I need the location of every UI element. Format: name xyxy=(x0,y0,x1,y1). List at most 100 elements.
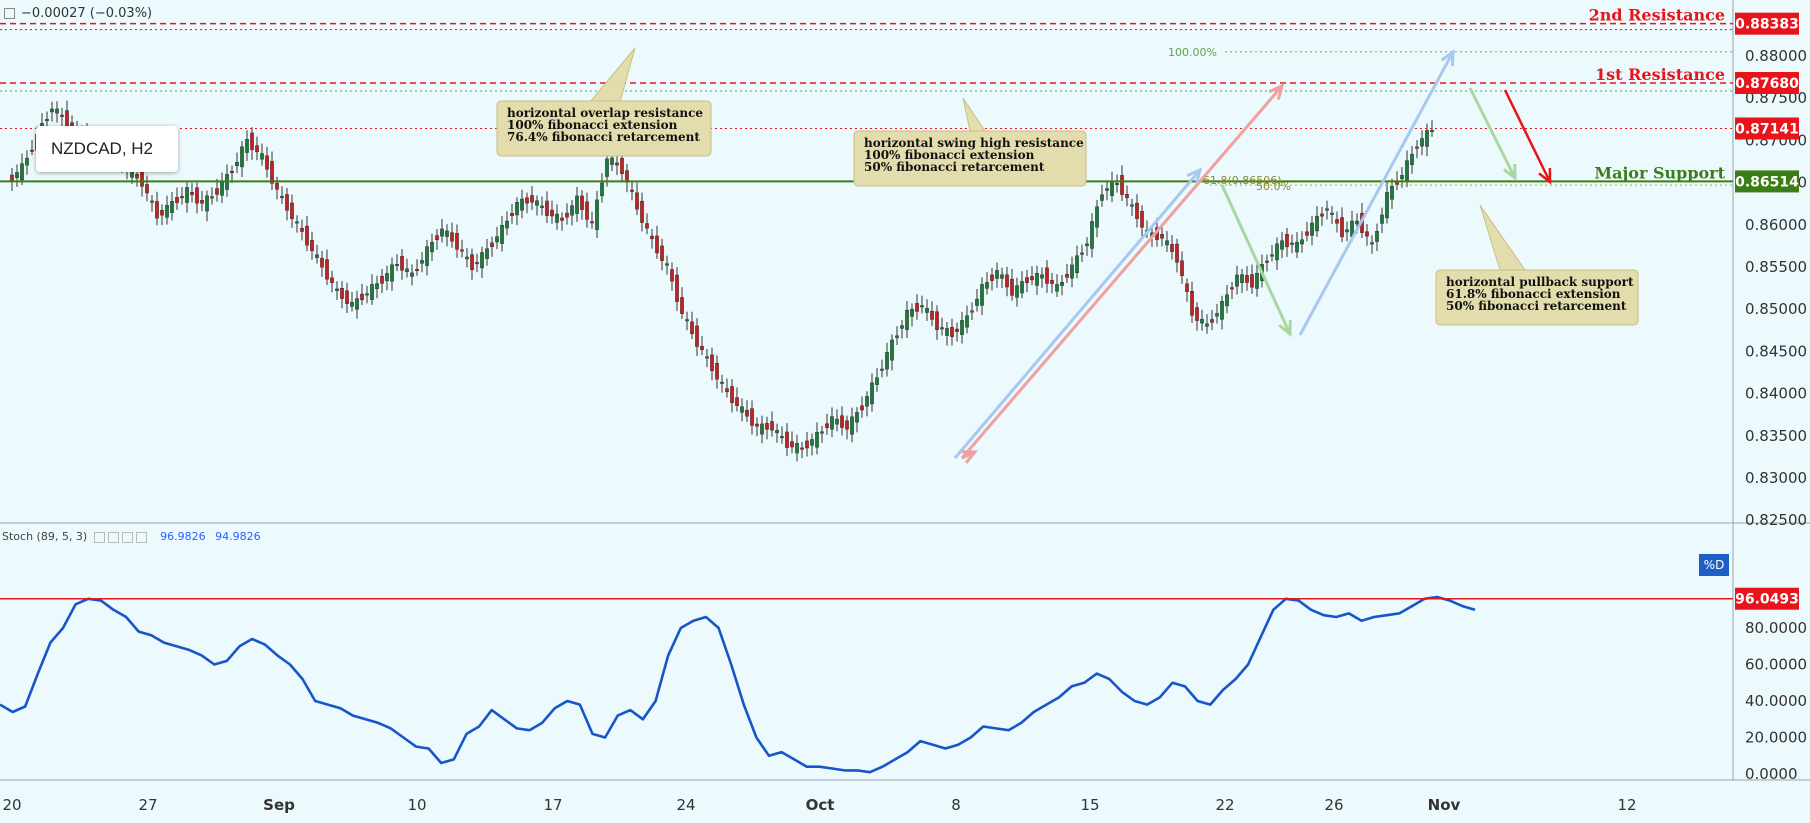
close-icon[interactable] xyxy=(135,531,147,543)
candle-down xyxy=(950,327,954,337)
candle-up xyxy=(1255,272,1259,289)
candle-up xyxy=(1405,160,1409,182)
candle-down xyxy=(690,321,694,335)
candle-up xyxy=(965,315,969,328)
candle-up xyxy=(895,335,899,338)
candle-down xyxy=(145,184,149,194)
candle-down xyxy=(1185,283,1189,292)
time-tick-label: 20 xyxy=(2,796,21,814)
candle-up xyxy=(480,252,484,269)
candle-up xyxy=(240,146,244,168)
time-tick-label: 15 xyxy=(1080,796,1099,814)
candle-up xyxy=(495,236,499,243)
candle-up xyxy=(1275,243,1279,261)
candle-down xyxy=(1005,274,1009,288)
candle-up xyxy=(295,221,299,224)
time-tick-label: 17 xyxy=(543,796,562,814)
candle-down xyxy=(1175,243,1179,263)
candle-up xyxy=(505,220,509,229)
candle-down xyxy=(490,242,494,247)
price-tick-label: 0.85000 xyxy=(1745,300,1807,318)
candle-up xyxy=(420,260,424,264)
candle-down xyxy=(1325,208,1329,211)
candle-up xyxy=(520,198,524,211)
candle-down xyxy=(475,262,479,265)
candle-up xyxy=(940,327,944,330)
level-price-label: 0.87141 xyxy=(1735,121,1799,137)
candle-up xyxy=(25,157,29,166)
price-change-readout: −0.00027 (−0.03%) xyxy=(4,6,152,21)
candle-down xyxy=(285,194,289,211)
level-price-label: 0.86514 xyxy=(1735,174,1799,190)
callout-text: 50% fibonacci retarcement xyxy=(864,160,1045,174)
collapse-toggle-icon[interactable] xyxy=(4,8,15,19)
candle-up xyxy=(1380,214,1384,224)
candle-up xyxy=(705,356,709,359)
candle-up xyxy=(245,139,249,153)
candle-up xyxy=(500,225,504,244)
candle-up xyxy=(740,406,744,413)
candle-down xyxy=(1245,275,1249,283)
candle-down xyxy=(255,145,259,153)
candle-down xyxy=(160,210,164,216)
candle-down xyxy=(135,174,139,179)
candle-down xyxy=(785,431,789,448)
candle-up xyxy=(775,430,779,434)
candle-down xyxy=(915,303,919,312)
candle-down xyxy=(305,225,309,246)
candle-up xyxy=(15,172,19,178)
stoch-k-value: 96.9826 xyxy=(160,530,206,543)
candle-down xyxy=(840,415,844,428)
candle-up xyxy=(385,273,389,282)
price-tick-label: 0.83500 xyxy=(1745,427,1807,445)
candle-down xyxy=(745,409,749,417)
candle-up xyxy=(425,246,429,266)
settings-icon[interactable] xyxy=(107,531,119,543)
candle-down xyxy=(320,257,324,268)
candle-down xyxy=(250,132,254,150)
candle-up xyxy=(1240,274,1244,283)
stoch-tick-label: 40.0000 xyxy=(1745,692,1807,710)
candle-down xyxy=(195,187,199,204)
stoch-legend: Stoch (89, 5, 3) 96.9826 94.9826 xyxy=(2,530,261,543)
candle-down xyxy=(990,274,994,281)
more-icon[interactable] xyxy=(121,531,133,543)
price-change-text: −0.00027 (−0.03%) xyxy=(21,6,153,21)
candle-up xyxy=(855,412,859,423)
candle-down xyxy=(790,441,794,448)
candle-up xyxy=(1105,188,1109,191)
candle-down xyxy=(190,192,194,195)
candle-up xyxy=(910,308,914,317)
time-tick-label: 27 xyxy=(138,796,157,814)
candle-down xyxy=(415,269,419,272)
candle-down xyxy=(400,256,404,271)
candle-up xyxy=(535,200,539,206)
candle-down xyxy=(340,288,344,299)
candle-up xyxy=(1100,194,1104,201)
candle-up xyxy=(515,202,519,216)
eye-icon[interactable] xyxy=(93,531,105,543)
candle-up xyxy=(410,272,414,277)
candle-up xyxy=(1165,240,1169,246)
candle-up xyxy=(1315,215,1319,232)
candle-up xyxy=(1330,212,1334,215)
candle-up xyxy=(905,309,909,330)
candle-up xyxy=(1215,313,1219,317)
candle-down xyxy=(65,110,69,128)
candle-up xyxy=(1295,241,1299,253)
symbol-label[interactable]: NZDCAD, H2 xyxy=(36,126,178,172)
candle-down xyxy=(670,269,674,282)
candle-down xyxy=(230,170,234,174)
candle-up xyxy=(1375,231,1379,242)
candle-down xyxy=(655,235,659,254)
candle-down xyxy=(590,221,594,224)
candle-down xyxy=(1180,260,1184,276)
candle-down xyxy=(770,421,774,431)
candle-down xyxy=(1195,307,1199,321)
candle-up xyxy=(875,377,879,385)
pct-d-badge[interactable]: %D xyxy=(1699,554,1729,576)
price-tick-label: 0.86000 xyxy=(1745,216,1807,234)
candle-down xyxy=(1140,210,1144,228)
price-tick-label: 0.82500 xyxy=(1745,511,1807,529)
candle-down xyxy=(565,212,569,218)
